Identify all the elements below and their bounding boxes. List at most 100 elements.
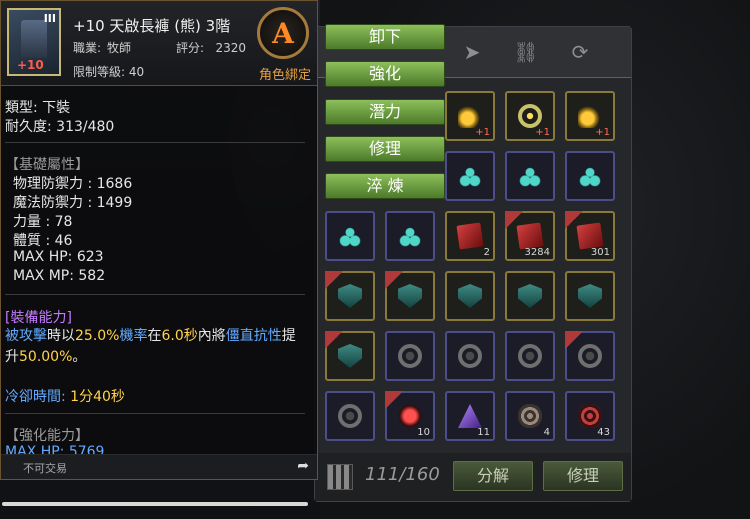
score-value: 2320 [215, 41, 247, 55]
grade-letter: A [272, 16, 294, 50]
inventory-slot[interactable] [505, 331, 555, 381]
inventory-slot[interactable] [385, 331, 435, 381]
share-arrow-icon[interactable]: ➦ [297, 458, 309, 474]
ring-icon [518, 104, 542, 128]
item-name: +10 天啟長褲 (熊) 3階 [73, 17, 231, 35]
orb-icon [518, 404, 542, 428]
effect-part: 僵直抗性 [225, 328, 282, 344]
link-icon[interactable]: ⛓ [513, 39, 539, 65]
inventory-slot[interactable] [445, 331, 495, 381]
shield-icon [338, 344, 362, 368]
shield-icon [518, 284, 542, 308]
inventory-slot[interactable] [325, 271, 375, 321]
inventory-panel: ➤ ⛓ ⟳ +1 +1 +1 2 3284 301 10 11 4 43 111/160 分解 修… [314, 26, 632, 502]
equip-ability-header: [裝備能力] [5, 310, 72, 326]
inventory-slot[interactable] [445, 151, 495, 201]
earring-icon [458, 104, 482, 128]
inventory-slot[interactable]: 4 [505, 391, 555, 441]
disassemble-button[interactable]: 分解 [453, 461, 533, 491]
inventory-slot[interactable]: 2 [445, 211, 495, 261]
shield-icon [338, 284, 362, 308]
slot-label: 3284 [524, 247, 550, 258]
enhance-ability-header: 【強化能力】 [5, 428, 89, 444]
score-label: 評分: [176, 41, 205, 55]
inventory-slot[interactable] [325, 211, 375, 261]
score-row: 評分: 2320 [176, 39, 246, 56]
durability-line: 耐久度: 313/480 [5, 119, 115, 135]
bound-ribbon-icon [325, 331, 343, 349]
inventory-slot[interactable]: 43 [565, 391, 615, 441]
red-crystal-icon [456, 222, 484, 250]
red-orb-icon [578, 404, 602, 428]
cooldown-line: 冷卻時間: 1分40秒 [5, 386, 125, 406]
grade-emblem-icon: A [257, 7, 309, 59]
shield-icon [578, 284, 602, 308]
inventory-slot[interactable] [385, 271, 435, 321]
enhance-button[interactable]: 強化 [325, 61, 445, 87]
teal-necklace-icon [338, 224, 362, 248]
earring-icon [578, 104, 602, 128]
basic-attr-header: 【基礎屬性】 [5, 157, 89, 173]
refine-button[interactable]: 淬 煉 [325, 173, 445, 199]
pants-icon [21, 20, 47, 58]
effect-part: 被攻擊 [5, 328, 47, 344]
gear-icon [518, 344, 542, 368]
job-value: 牧師 [107, 41, 132, 55]
bound-ribbon-icon [565, 331, 583, 349]
inventory-slot[interactable]: 10 [385, 391, 435, 441]
stat-line: 物理防禦力 : 1686 [13, 176, 133, 192]
divider [5, 142, 305, 143]
tier-badge: III [43, 12, 56, 25]
refresh-circle-icon[interactable]: ⟳ [567, 39, 593, 65]
sword-icon [458, 404, 482, 428]
red-crystal-icon [516, 222, 544, 250]
effect-part: 25.0% [75, 328, 120, 344]
inventory-slot[interactable] [565, 151, 615, 201]
slot-label: 2 [483, 247, 490, 258]
repair-button[interactable]: 修理 [325, 136, 445, 162]
stat-line: 體質 : 46 [13, 233, 73, 249]
effect-part: 在 [147, 328, 162, 344]
horizontal-scrollbar[interactable] [2, 502, 308, 506]
gear-icon [338, 404, 362, 428]
potential-button[interactable]: 潛力 [325, 99, 445, 125]
slot-label: 10 [417, 427, 430, 438]
effect-part: 50.00% [19, 349, 73, 365]
job-row: 職業: 牧師 [73, 39, 137, 56]
inventory-slot[interactable]: 11 [445, 391, 495, 441]
inventory-slot[interactable] [445, 271, 495, 321]
grid-view-icon[interactable] [327, 464, 353, 490]
inventory-slot[interactable] [505, 151, 555, 201]
slot-label: 301 [590, 247, 610, 258]
inventory-slot[interactable] [565, 271, 615, 321]
inventory-slot[interactable] [325, 391, 375, 441]
inventory-slot[interactable] [325, 331, 375, 381]
inventory-slot[interactable] [505, 271, 555, 321]
inventory-slot[interactable]: 301 [565, 211, 615, 261]
cooldown-label: 冷卻時間: [5, 389, 66, 405]
inventory-slot[interactable] [385, 211, 435, 261]
inventory-slot[interactable]: +1 [565, 91, 615, 141]
shield-icon [398, 284, 422, 308]
teal-earring-icon [518, 164, 542, 188]
shield-icon [458, 284, 482, 308]
teal-earring-icon [578, 164, 602, 188]
inventory-slot[interactable]: +1 [445, 91, 495, 141]
inventory-count: 111/160 [365, 464, 440, 485]
effect-part: 6.0秒 [161, 328, 198, 344]
teal-earring-icon [458, 164, 482, 188]
slot-label: +1 [535, 127, 550, 138]
tradeable-label: 不可交易 [23, 462, 67, 475]
repair-all-button[interactable]: 修理 [543, 461, 623, 491]
slot-label: 4 [543, 427, 550, 438]
inventory-slot[interactable] [565, 331, 615, 381]
inventory-slot[interactable]: +1 [505, 91, 555, 141]
stat-line: 魔法防禦力 : 1499 [13, 195, 133, 211]
tooltip-header: III +10 +10 天啟長褲 (熊) 3階 職業: 牧師 評分: 2320 限… [1, 1, 317, 86]
paper-plane-icon[interactable]: ➤ [459, 39, 485, 65]
inventory-slot[interactable]: 3284 [505, 211, 555, 261]
effect-part: 內將 [197, 328, 226, 344]
unequip-button[interactable]: 卸下 [325, 24, 445, 50]
tooltip-body: 類型: 下裝 耐久度: 313/480 【基礎屬性】 物理防禦力 : 1686 … [1, 87, 317, 455]
item-tooltip: III +10 +10 天啟長褲 (熊) 3階 職業: 牧師 評分: 2320 限… [0, 0, 318, 480]
